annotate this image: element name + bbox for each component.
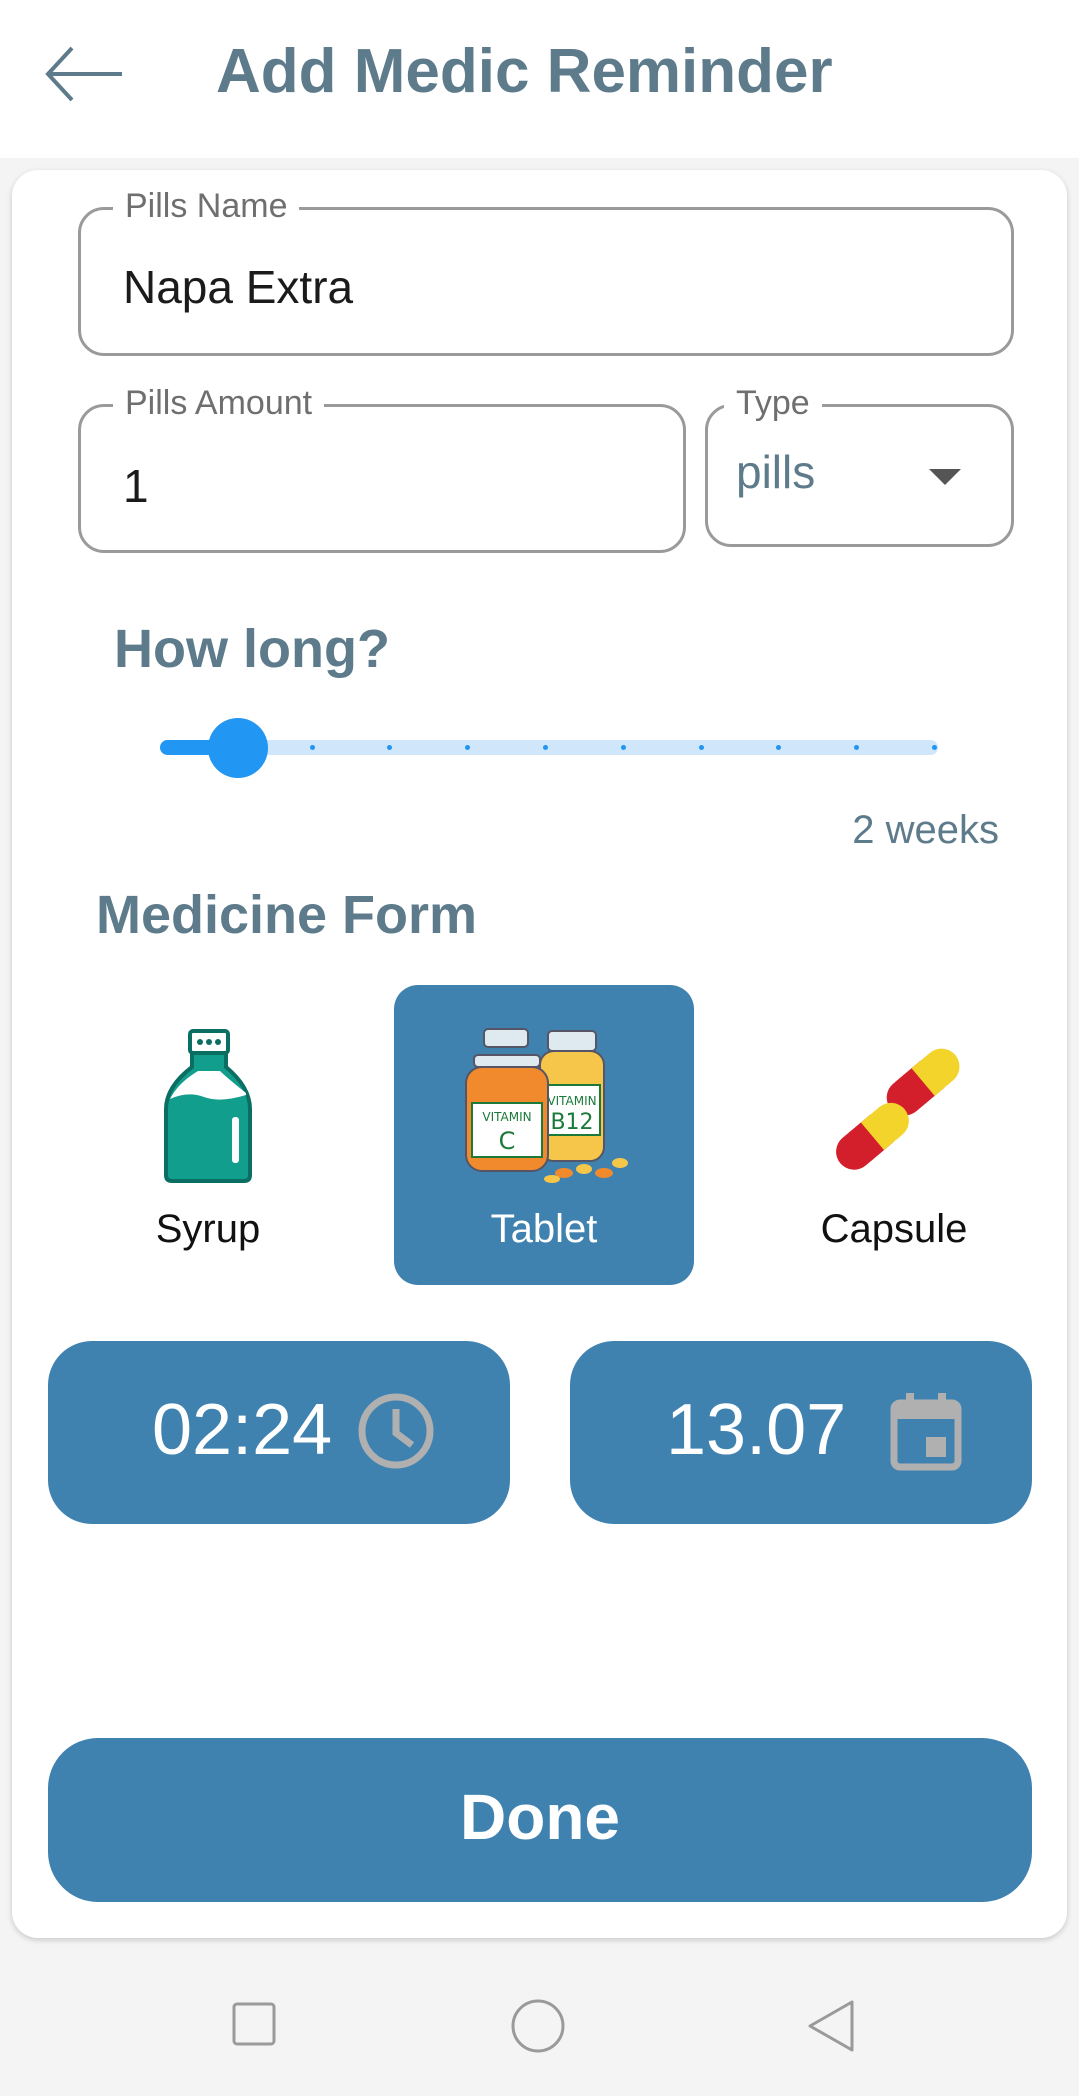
- dropdown-arrow-icon: [929, 469, 961, 485]
- pills-amount-label: Pills Amount: [113, 381, 325, 425]
- capsule-icon: [836, 1048, 960, 1170]
- form-label-tablet: Tablet: [490, 1207, 598, 1251]
- circle-home-icon[interactable]: [508, 1996, 568, 2056]
- duration-value: 2 weeks: [852, 808, 999, 852]
- svg-text:B12: B12: [550, 1110, 593, 1135]
- pills-name-input[interactable]: [123, 260, 973, 314]
- form-option-tablet[interactable]: VITAMIN B12 VITAMIN C Tablet: [394, 985, 694, 1285]
- type-value: pills: [736, 446, 816, 498]
- time-picker-button[interactable]: 02:24: [48, 1341, 510, 1524]
- pills-amount-input[interactable]: [123, 459, 643, 513]
- arrow-left-icon: [45, 46, 122, 102]
- slider-tick: [854, 745, 859, 750]
- pills-name-field[interactable]: Pills Name: [78, 184, 1014, 356]
- slider-tick: [310, 745, 315, 750]
- reminder-form-card: Pills Name Pills Amount Type pills How l…: [12, 170, 1067, 1938]
- back-button[interactable]: [40, 38, 130, 108]
- form-option-capsule[interactable]: Capsule: [744, 985, 1044, 1285]
- how-long-heading: How long?: [114, 619, 390, 679]
- done-label: Done: [460, 1781, 620, 1853]
- square-recents-icon[interactable]: [228, 1998, 280, 2050]
- system-nav-bar: [0, 1960, 1079, 2096]
- calendar-icon: [890, 1393, 962, 1471]
- type-label: Type: [724, 381, 822, 425]
- done-button[interactable]: Done: [48, 1738, 1032, 1902]
- slider-tick: [543, 745, 548, 750]
- triangle-back-icon[interactable]: [800, 1996, 860, 2056]
- svg-text:C: C: [499, 1127, 516, 1155]
- time-value: 02:24: [152, 1390, 333, 1470]
- app-header: Add Medic Reminder: [0, 0, 1079, 158]
- clock-icon: [358, 1393, 434, 1469]
- slider-thumb[interactable]: [208, 718, 268, 778]
- vitamin-bottles-icon: VITAMIN B12 VITAMIN C: [465, 1028, 628, 1183]
- slider-tick: [387, 745, 392, 750]
- slider-tick: [699, 745, 704, 750]
- slider-tick: [465, 745, 470, 750]
- date-value: 13.07: [666, 1390, 847, 1470]
- date-picker-button[interactable]: 13.07: [570, 1341, 1032, 1524]
- form-option-syrup[interactable]: Syrup: [58, 985, 358, 1285]
- form-label-syrup: Syrup: [155, 1207, 261, 1251]
- medicine-form-heading: Medicine Form: [96, 885, 478, 945]
- pills-name-label: Pills Name: [113, 184, 300, 228]
- slider-tick: [932, 745, 937, 750]
- slider-tick: [776, 745, 781, 750]
- syrup-bottle-icon: [164, 1029, 252, 1183]
- type-dropdown[interactable]: Type pills: [705, 381, 1014, 547]
- page-title: Add Medic Reminder: [216, 37, 833, 106]
- duration-slider[interactable]: [160, 718, 938, 778]
- svg-text:VITAMIN: VITAMIN: [482, 1110, 531, 1124]
- svg-text:VITAMIN: VITAMIN: [547, 1094, 596, 1108]
- slider-tick: [621, 745, 626, 750]
- form-label-capsule: Capsule: [820, 1207, 968, 1251]
- pills-amount-field[interactable]: Pills Amount: [78, 381, 686, 553]
